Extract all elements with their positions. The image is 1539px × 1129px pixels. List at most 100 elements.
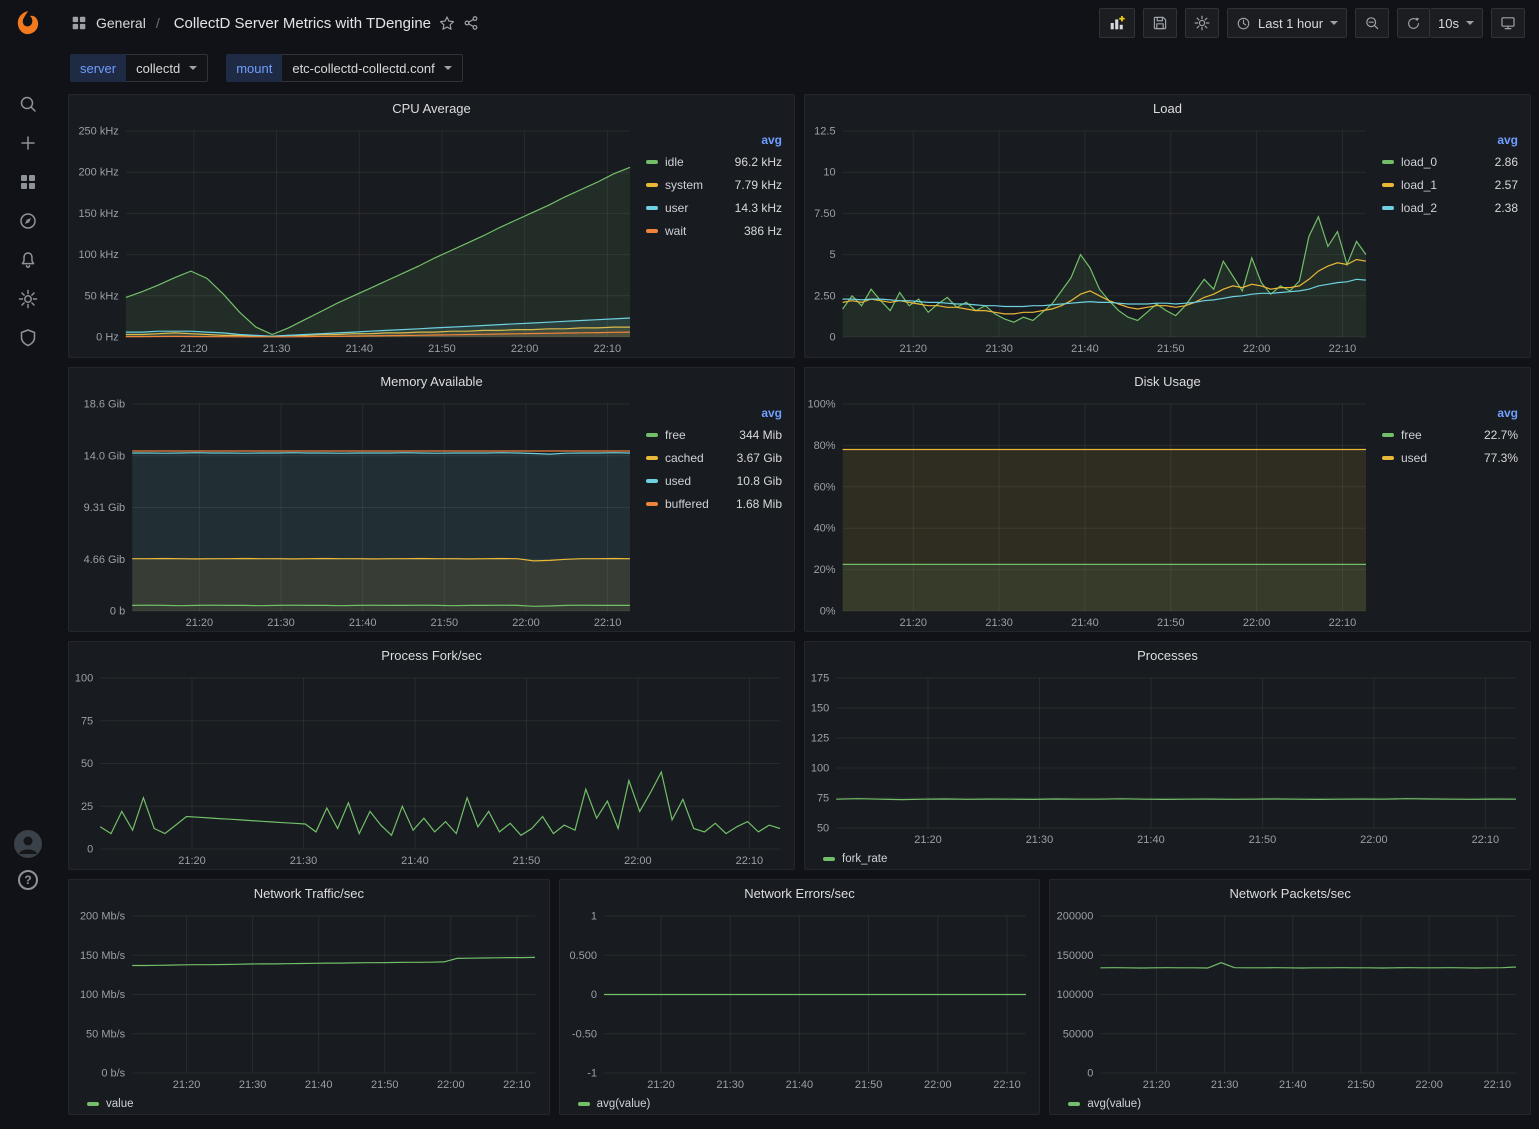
panel-title[interactable]: Memory Available [69, 368, 794, 394]
legend-swatch [646, 183, 658, 187]
legend-item[interactable]: system7.79 kHz [646, 173, 782, 196]
chart-network-traffic[interactable]: 0 b/s50 Mb/s100 Mb/s150 Mb/s200 Mb/s21:2… [69, 906, 549, 1093]
chart-area[interactable]: 05000010000015000020000021:2021:3021:402… [1050, 906, 1530, 1093]
x-axis-label: 22:00 [437, 1079, 465, 1091]
star-icon[interactable] [439, 15, 455, 31]
alerting-bell-icon[interactable] [18, 250, 38, 270]
cycle-view-mode-button[interactable] [1491, 8, 1525, 38]
legend-item[interactable]: value [87, 1093, 134, 1114]
help-icon[interactable]: ? [18, 870, 38, 890]
y-axis-label: 0 b/s [101, 1068, 125, 1080]
legend-series-name: user [665, 201, 688, 215]
legend-series-value: 77.3% [1484, 451, 1518, 465]
legend: avg(value) [1050, 1093, 1530, 1114]
legend: avgidle96.2 kHzsystem7.79 kHzuser14.3 kH… [644, 121, 794, 357]
dashboards-icon[interactable] [18, 172, 38, 192]
legend-item[interactable]: free344 Mib [646, 423, 782, 446]
chart-load[interactable]: 02.5057.501012.521:2021:3021:4021:5022:0… [805, 121, 1380, 357]
panel-title[interactable]: Processes [805, 642, 1530, 668]
legend-item[interactable]: load_02.86 [1382, 150, 1518, 173]
legend-item[interactable]: avg(value) [578, 1093, 651, 1114]
chart-area[interactable]: -1-0.5000.500121:2021:3021:4021:5022:002… [560, 906, 1040, 1093]
legend-series-value: 344 Mib [739, 428, 782, 442]
legend-item[interactable]: idle96.2 kHz [646, 150, 782, 173]
panel-title[interactable]: Load [805, 95, 1530, 121]
legend-item[interactable]: avg(value) [1068, 1093, 1141, 1114]
chart-area[interactable]: 0%20%40%60%80%100%21:2021:3021:4021:5022… [805, 394, 1380, 631]
legend-series-name: wait [665, 224, 686, 238]
legend-item[interactable]: wait386 Hz [646, 219, 782, 242]
chart-area[interactable]: 025507510021:2021:3021:4021:5022:0022:10 [69, 668, 794, 869]
grafana-logo[interactable] [13, 8, 43, 38]
chart-disk-usage[interactable]: 0%20%40%60%80%100%21:2021:3021:4021:5022… [805, 394, 1380, 631]
x-axis-label: 21:30 [263, 343, 291, 355]
breadcrumb-general[interactable]: General [96, 15, 146, 31]
explore-compass-icon[interactable] [18, 211, 38, 231]
chart-area[interactable]: 02.5057.501012.521:2021:3021:4021:5022:0… [805, 121, 1380, 357]
chart-area[interactable]: 0 b/s50 Mb/s100 Mb/s150 Mb/s200 Mb/s21:2… [69, 906, 549, 1093]
chart-memory-available[interactable]: 0 b4.66 Gib9.31 Gib14.0 Gib18.6 Gib21:20… [69, 394, 644, 631]
y-axis-label: 150000 [1057, 950, 1094, 962]
y-axis-label: 5 [829, 249, 835, 261]
zoom-out-button[interactable] [1355, 8, 1389, 38]
add-panel-icon [1108, 14, 1126, 32]
time-range-picker[interactable]: Last 1 hour [1227, 8, 1347, 38]
chart-process-fork[interactable]: 025507510021:2021:3021:4021:5022:0022:10 [69, 668, 794, 869]
y-axis-label: 2.50 [814, 290, 835, 302]
y-axis-label: 0 [829, 332, 835, 344]
create-plus-icon[interactable] [18, 133, 38, 153]
legend-item[interactable]: used10.8 Gib [646, 469, 782, 492]
x-axis-label: 21:30 [267, 617, 295, 629]
save-dashboard-button[interactable] [1143, 8, 1177, 38]
chart-network-packets[interactable]: 05000010000015000020000021:2021:3021:402… [1050, 906, 1530, 1093]
server-admin-shield-icon[interactable] [18, 328, 38, 348]
dashboard-settings-button[interactable] [1185, 8, 1219, 38]
series-line-avg(value) [1101, 963, 1517, 968]
chart-area[interactable]: 507510012515017521:2021:3021:4021:5022:0… [805, 668, 1530, 848]
series-fill-cached [132, 559, 630, 612]
legend-swatch [646, 160, 658, 164]
y-axis-label: 100 [811, 763, 829, 775]
panel-title[interactable]: Network Packets/sec [1050, 880, 1530, 906]
legend-item[interactable]: used77.3% [1382, 446, 1518, 469]
refresh-interval-picker[interactable]: 10s [1430, 8, 1483, 38]
user-avatar[interactable] [14, 830, 42, 858]
y-axis-label: -1 [587, 1068, 597, 1080]
legend-item[interactable]: load_12.57 [1382, 173, 1518, 196]
breadcrumb-separator: / [156, 15, 160, 31]
x-axis-label: 21:20 [186, 617, 214, 629]
legend-swatch [87, 1102, 99, 1106]
legend-series-name: avg(value) [1087, 1098, 1141, 1110]
legend-item[interactable]: cached3.67 Gib [646, 446, 782, 469]
legend-item[interactable]: user14.3 kHz [646, 196, 782, 219]
legend-series-name: system [665, 178, 703, 192]
legend-item[interactable]: buffered1.68 Mib [646, 492, 782, 515]
series-line-fork_rate [836, 799, 1516, 800]
search-icon[interactable] [18, 94, 38, 114]
chart-cpu-average[interactable]: 0 Hz50 kHz100 kHz150 kHz200 kHz250 kHz21… [69, 121, 644, 357]
x-axis-label: 21:50 [1348, 1079, 1376, 1091]
chart-processes[interactable]: 507510012515017521:2021:3021:4021:5022:0… [805, 668, 1530, 848]
chart-area[interactable]: 0 b4.66 Gib9.31 Gib14.0 Gib18.6 Gib21:20… [69, 394, 644, 631]
dashboard-title[interactable]: CollectD Server Metrics with TDengine [174, 15, 431, 32]
panel-title[interactable]: Disk Usage [805, 368, 1530, 394]
panel-title[interactable]: Network Traffic/sec [69, 880, 549, 906]
variable-value-dropdown[interactable]: etc-collectd-collectd.conf [282, 54, 462, 82]
legend-item[interactable]: fork_rate [823, 848, 887, 869]
configuration-gear-icon[interactable] [18, 289, 38, 309]
chart-network-errors[interactable]: -1-0.5000.500121:2021:3021:4021:5022:002… [560, 906, 1040, 1093]
legend-item[interactable]: load_22.38 [1382, 196, 1518, 219]
refresh-button[interactable] [1397, 8, 1430, 38]
panel-title[interactable]: Process Fork/sec [69, 642, 794, 668]
y-axis-label: 0 [591, 989, 597, 1001]
panel-body: 05000010000015000020000021:2021:3021:402… [1050, 906, 1530, 1093]
share-icon[interactable] [463, 15, 479, 31]
panel-title[interactable]: CPU Average [69, 95, 794, 121]
panel-title[interactable]: Network Errors/sec [560, 880, 1040, 906]
y-axis-label: 100 [75, 673, 93, 685]
chart-area[interactable]: 0 Hz50 kHz100 kHz150 kHz200 kHz250 kHz21… [69, 121, 644, 357]
variable-value-dropdown[interactable]: collectd [126, 54, 208, 82]
add-panel-button[interactable] [1099, 8, 1135, 38]
navbar: General / CollectD Server Metrics with T… [56, 0, 1539, 46]
legend-item[interactable]: free22.7% [1382, 423, 1518, 446]
